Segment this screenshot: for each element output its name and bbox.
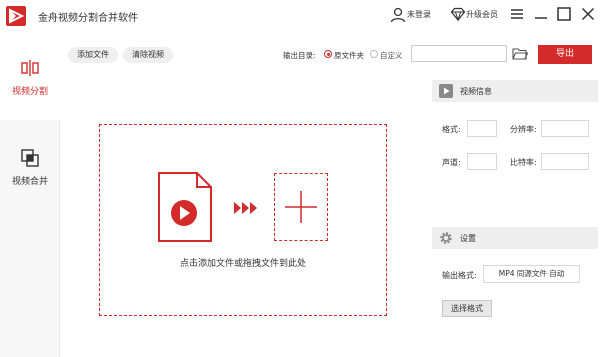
hamburger-menu-icon[interactable] bbox=[507, 4, 527, 24]
diamond-icon[interactable] bbox=[450, 6, 466, 22]
clear-videos-button[interactable]: 清除视频 bbox=[123, 47, 173, 63]
file-drop-zone[interactable]: 点击添加文件或拖拽文件到此处 bbox=[99, 124, 387, 316]
app-title: 金舟视频分割合并软件 bbox=[38, 13, 138, 24]
gear-icon bbox=[439, 231, 453, 245]
sidebar-item-label: 视频合并 bbox=[11, 177, 48, 187]
settings-title: 设置 bbox=[460, 234, 476, 243]
sidebar-item-video-split[interactable]: 视频分割 bbox=[0, 30, 60, 120]
choose-format-button[interactable]: 选择格式 bbox=[442, 300, 492, 317]
channel-label: 声道: bbox=[442, 158, 461, 167]
output-path-input[interactable] bbox=[411, 45, 507, 62]
sidebar: 视频分割 视频合并 bbox=[0, 30, 60, 357]
source-folder-label[interactable]: 原文件夹 bbox=[334, 50, 364, 61]
login-status-link[interactable]: 未登录 bbox=[407, 9, 431, 20]
upgrade-vip-link[interactable]: 升级会员 bbox=[466, 9, 498, 20]
output-format-label: 输出格式: bbox=[442, 271, 477, 280]
format-value-box bbox=[467, 120, 497, 137]
output-dir-label: 输出目录: bbox=[283, 51, 316, 60]
video-info-title: 视频信息 bbox=[460, 87, 492, 96]
custom-folder-radio[interactable] bbox=[370, 50, 378, 58]
close-icon[interactable] bbox=[578, 4, 598, 24]
add-file-box[interactable] bbox=[274, 173, 328, 241]
channel-value-box bbox=[467, 153, 497, 170]
app-logo-icon bbox=[6, 6, 26, 26]
play-icon bbox=[439, 84, 453, 98]
resolution-label: 分辨率: bbox=[510, 125, 537, 134]
resolution-value-box bbox=[541, 120, 589, 137]
user-icon[interactable] bbox=[389, 6, 407, 24]
minimize-icon[interactable] bbox=[531, 4, 551, 24]
drop-hint-text: 点击添加文件或拖拽文件到此处 bbox=[179, 259, 306, 269]
bitrate-value-box bbox=[541, 153, 589, 170]
add-file-button[interactable]: 添加文件 bbox=[68, 47, 118, 63]
triple-arrow-icon bbox=[234, 202, 258, 214]
video-file-icon bbox=[157, 171, 213, 243]
title-bar: 金舟视频分割合并软件 未登录 升级会员 bbox=[0, 0, 600, 30]
right-panel: 视频信息 格式: 分辨率: 声道: 比特率: 设置 输出格式: MP4 同源文件… bbox=[430, 80, 600, 357]
source-folder-radio[interactable] bbox=[324, 50, 332, 58]
custom-folder-label[interactable]: 自定义 bbox=[380, 50, 403, 61]
export-button[interactable]: 导出 bbox=[538, 45, 592, 64]
merge-icon bbox=[20, 148, 40, 168]
folder-icon[interactable] bbox=[512, 47, 529, 60]
video-info-header: 视频信息 bbox=[432, 80, 598, 102]
sidebar-item-video-merge[interactable]: 视频合并 bbox=[0, 120, 60, 210]
settings-header: 设置 bbox=[432, 227, 598, 249]
split-icon bbox=[20, 58, 40, 78]
sidebar-item-label: 视频分割 bbox=[11, 87, 48, 97]
maximize-icon[interactable] bbox=[554, 4, 574, 24]
toolbar: 添加文件 清除视频 输出目录: 原文件夹 自定义 导出 bbox=[61, 40, 600, 70]
format-label: 格式: bbox=[442, 125, 461, 134]
plus-icon bbox=[275, 191, 327, 243]
output-format-value: MP4 同源文件 自动 bbox=[483, 265, 580, 283]
bitrate-label: 比特率: bbox=[510, 158, 537, 167]
